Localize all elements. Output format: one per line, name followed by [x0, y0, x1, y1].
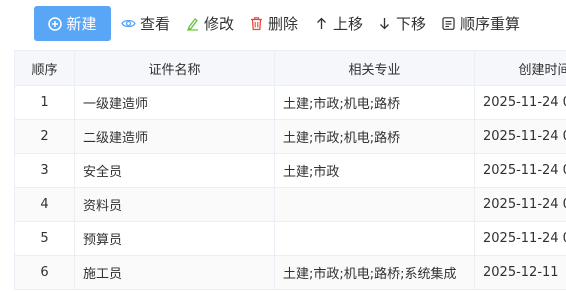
column-header-created[interactable]: 创建时间 — [474, 50, 566, 86]
column-header-name[interactable]: 证件名称 — [74, 50, 275, 86]
table-header-row: 顺序 证件名称 相关专业 创建时间 — [14, 50, 566, 86]
new-button[interactable]: 新建 — [34, 6, 111, 41]
table-row[interactable]: 2 二级建造师 土建;市政;机电;路桥 2025-11-24 0 — [14, 119, 566, 154]
cell-order: 6 — [14, 255, 75, 290]
move-up-button[interactable]: 上移 — [314, 12, 363, 34]
cell-created: 2025-11-24 0 — [474, 119, 566, 154]
toolbar: 新建 查看 修改 删除 上移 下移 顺序重算 — [0, 0, 566, 46]
cell-name: 预算员 — [74, 221, 275, 256]
cell-name: 安全员 — [74, 153, 275, 188]
table-row[interactable]: 3 安全员 土建;市政 2025-11-24 0 — [14, 153, 566, 188]
eye-icon — [121, 16, 136, 31]
cell-major — [274, 221, 475, 256]
cell-name: 资料员 — [74, 187, 275, 222]
column-header-order[interactable]: 顺序 — [14, 50, 75, 86]
reorder-button[interactable]: 顺序重算 — [441, 12, 520, 34]
table-row[interactable]: 6 施工员 土建;市政;机电;路桥;系统集成 2025-12-11 — [14, 255, 566, 290]
cell-created: 2025-11-24 0 — [474, 187, 566, 222]
move-up-button-label: 上移 — [333, 14, 364, 33]
cell-name: 一级建造师 — [74, 85, 275, 120]
edit-button-label: 修改 — [204, 14, 235, 33]
cell-order: 4 — [14, 187, 75, 222]
move-down-button[interactable]: 下移 — [377, 12, 426, 34]
cell-created: 2025-11-24 0 — [474, 221, 566, 256]
view-button-label: 查看 — [140, 14, 171, 33]
table-row[interactable]: 5 预算员 2025-11-24 0 — [14, 221, 566, 256]
document-list-icon — [441, 16, 456, 31]
table-row[interactable]: 4 资料员 2025-11-24 0 — [14, 187, 566, 222]
table-row[interactable]: 1 一级建造师 土建;市政;机电;路桥 2025-11-24 0 — [14, 85, 566, 120]
cell-name: 施工员 — [74, 255, 275, 290]
move-down-button-label: 下移 — [396, 14, 427, 33]
new-button-label: 新建 — [66, 15, 97, 33]
cell-order: 5 — [14, 221, 75, 256]
arrow-down-icon — [377, 16, 392, 31]
trash-icon — [249, 16, 264, 31]
column-header-major[interactable]: 相关专业 — [274, 50, 475, 86]
reorder-button-label: 顺序重算 — [460, 14, 521, 33]
cell-order: 1 — [14, 85, 75, 120]
cell-major: 土建;市政;机电;路桥 — [274, 85, 475, 120]
cell-name: 二级建造师 — [74, 119, 275, 154]
plus-circle-icon — [48, 16, 63, 31]
cell-created: 2025-12-11 — [474, 255, 566, 290]
cell-major: 土建;市政;机电;路桥 — [274, 119, 475, 154]
edit-pencil-icon — [185, 16, 200, 31]
cell-major: 土建;市政;机电;路桥;系统集成 — [274, 255, 475, 290]
delete-button-label: 删除 — [268, 14, 299, 33]
cell-order: 3 — [14, 153, 75, 188]
cell-major: 土建;市政 — [274, 153, 475, 188]
view-button[interactable]: 查看 — [121, 12, 170, 34]
cell-created: 2025-11-24 0 — [474, 153, 566, 188]
cell-created: 2025-11-24 0 — [474, 85, 566, 120]
arrow-up-icon — [314, 16, 329, 31]
edit-button[interactable]: 修改 — [185, 12, 234, 34]
delete-button[interactable]: 删除 — [249, 12, 298, 34]
cell-order: 2 — [14, 119, 75, 154]
cell-major — [274, 187, 475, 222]
page: 新建 查看 修改 删除 上移 下移 顺序重算 顺序 证件名称 相关专业 创建时间… — [0, 0, 566, 292]
certificate-table: 顺序 证件名称 相关专业 创建时间 1 一级建造师 土建;市政;机电;路桥 20… — [14, 50, 566, 292]
